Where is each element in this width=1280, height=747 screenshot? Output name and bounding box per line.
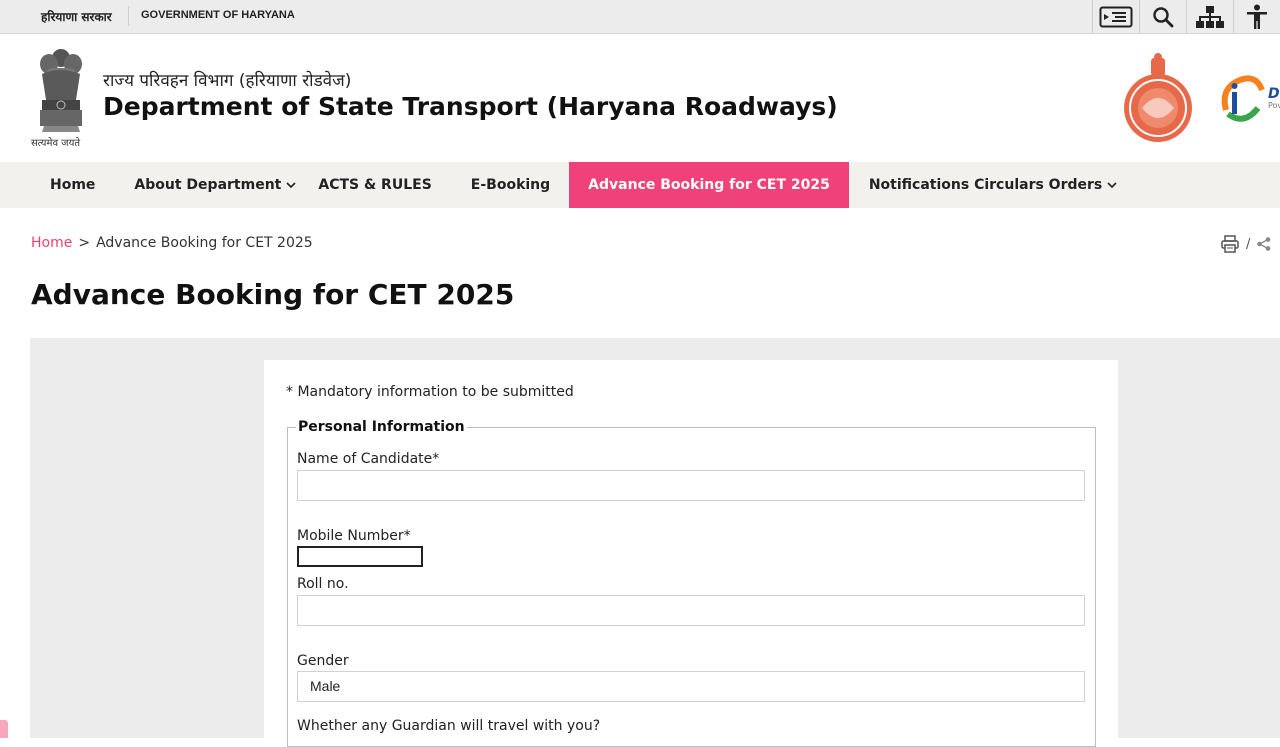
site-title[interactable]: Department of State Transport (Haryana R…: [103, 92, 838, 121]
nav-advance-label: Advance Booking for CET 2025: [588, 177, 830, 193]
breadcrumb: Home > Advance Booking for CET 2025: [31, 235, 313, 251]
digital-india-icon: D Pov: [1221, 75, 1280, 122]
accessibility-button[interactable]: [1233, 0, 1280, 34]
national-emblem-icon[interactable]: [30, 44, 92, 148]
breadcrumb-home-link[interactable]: Home: [31, 235, 72, 251]
top-tools: [1092, 0, 1280, 34]
name-label: Name of Candidate*: [297, 451, 440, 467]
gender-label: Gender: [297, 653, 349, 669]
site-header: सत्यमेव जयते राज्य परिवहन विभाग (हरियाणा…: [0, 34, 1280, 162]
main-nav: Home About Department ACTS & RULES E-Boo…: [0, 162, 1280, 208]
digital-india-logo[interactable]: D Pov: [1216, 70, 1280, 126]
svg-text:D: D: [1268, 86, 1280, 102]
page-tools: /: [1220, 234, 1272, 254]
page-title: Advance Booking for CET 2025: [31, 278, 515, 311]
gov-hindi-label[interactable]: हरियाणा सरकार: [41, 8, 112, 25]
nav-ebooking-label: E-Booking: [470, 177, 551, 193]
mobile-label: Mobile Number*: [297, 528, 411, 544]
gov-bar-divider: [128, 6, 129, 26]
gov-english-label[interactable]: GOVERNMENT OF HARYANA: [141, 9, 295, 21]
svg-text:Pov: Pov: [1268, 101, 1280, 110]
search-icon: [1153, 7, 1174, 28]
roll-input[interactable]: [297, 595, 1085, 626]
guardian-label: Whether any Guardian will travel with yo…: [297, 718, 601, 734]
site-subtitle-hindi: राज्य परिवहन विभाग (हरियाणा रोडवेज): [103, 71, 352, 91]
nav-about-label: About Department: [134, 177, 282, 193]
nav-advance-booking-cet[interactable]: Advance Booking for CET 2025: [569, 162, 849, 208]
gov-top-bar: हरियाणा सरकार GOVERNMENT OF HARYANA: [0, 0, 1280, 34]
nav-notifications-label: Notifications Circulars Orders: [868, 177, 1103, 193]
nav-acts-rules[interactable]: ACTS & RULES: [318, 162, 451, 208]
nav-acts-label: ACTS & RULES: [318, 177, 432, 193]
breadcrumb-current: Advance Booking for CET 2025: [96, 235, 313, 251]
nav-about-department[interactable]: About Department: [115, 162, 318, 208]
sitemap-icon: [1196, 6, 1224, 28]
breadcrumb-separator: >: [78, 235, 91, 251]
chevron-down-icon: [1107, 182, 1117, 189]
skip-to-content-icon: [1099, 6, 1133, 28]
share-icon[interactable]: [1256, 236, 1272, 252]
nav-home[interactable]: Home: [0, 162, 115, 208]
search-button[interactable]: [1139, 0, 1186, 34]
emblem-caption: सत्यमेव जयते: [31, 138, 81, 149]
gender-selected-value: Male: [310, 678, 341, 694]
personal-information-legend: Personal Information: [296, 419, 467, 435]
print-icon[interactable]: [1220, 234, 1240, 254]
mobile-input[interactable]: [297, 546, 423, 567]
gender-select[interactable]: [297, 671, 1085, 702]
page-tools-separator: /: [1246, 236, 1251, 252]
sitemap-button[interactable]: [1186, 0, 1233, 34]
side-feedback-tab[interactable]: [0, 720, 8, 738]
skip-to-content-button[interactable]: [1092, 0, 1139, 34]
mandatory-note: * Mandatory information to be submitted: [286, 384, 574, 400]
roll-label: Roll no.: [297, 576, 349, 592]
haryana-seal-icon[interactable]: [1121, 52, 1195, 144]
name-input[interactable]: [297, 470, 1085, 501]
nav-notifications[interactable]: Notifications Circulars Orders: [849, 162, 1117, 208]
nav-e-booking[interactable]: E-Booking: [452, 162, 569, 208]
accessibility-icon: [1247, 4, 1267, 29]
chevron-down-icon: [286, 182, 296, 189]
nav-home-label: Home: [50, 177, 96, 193]
